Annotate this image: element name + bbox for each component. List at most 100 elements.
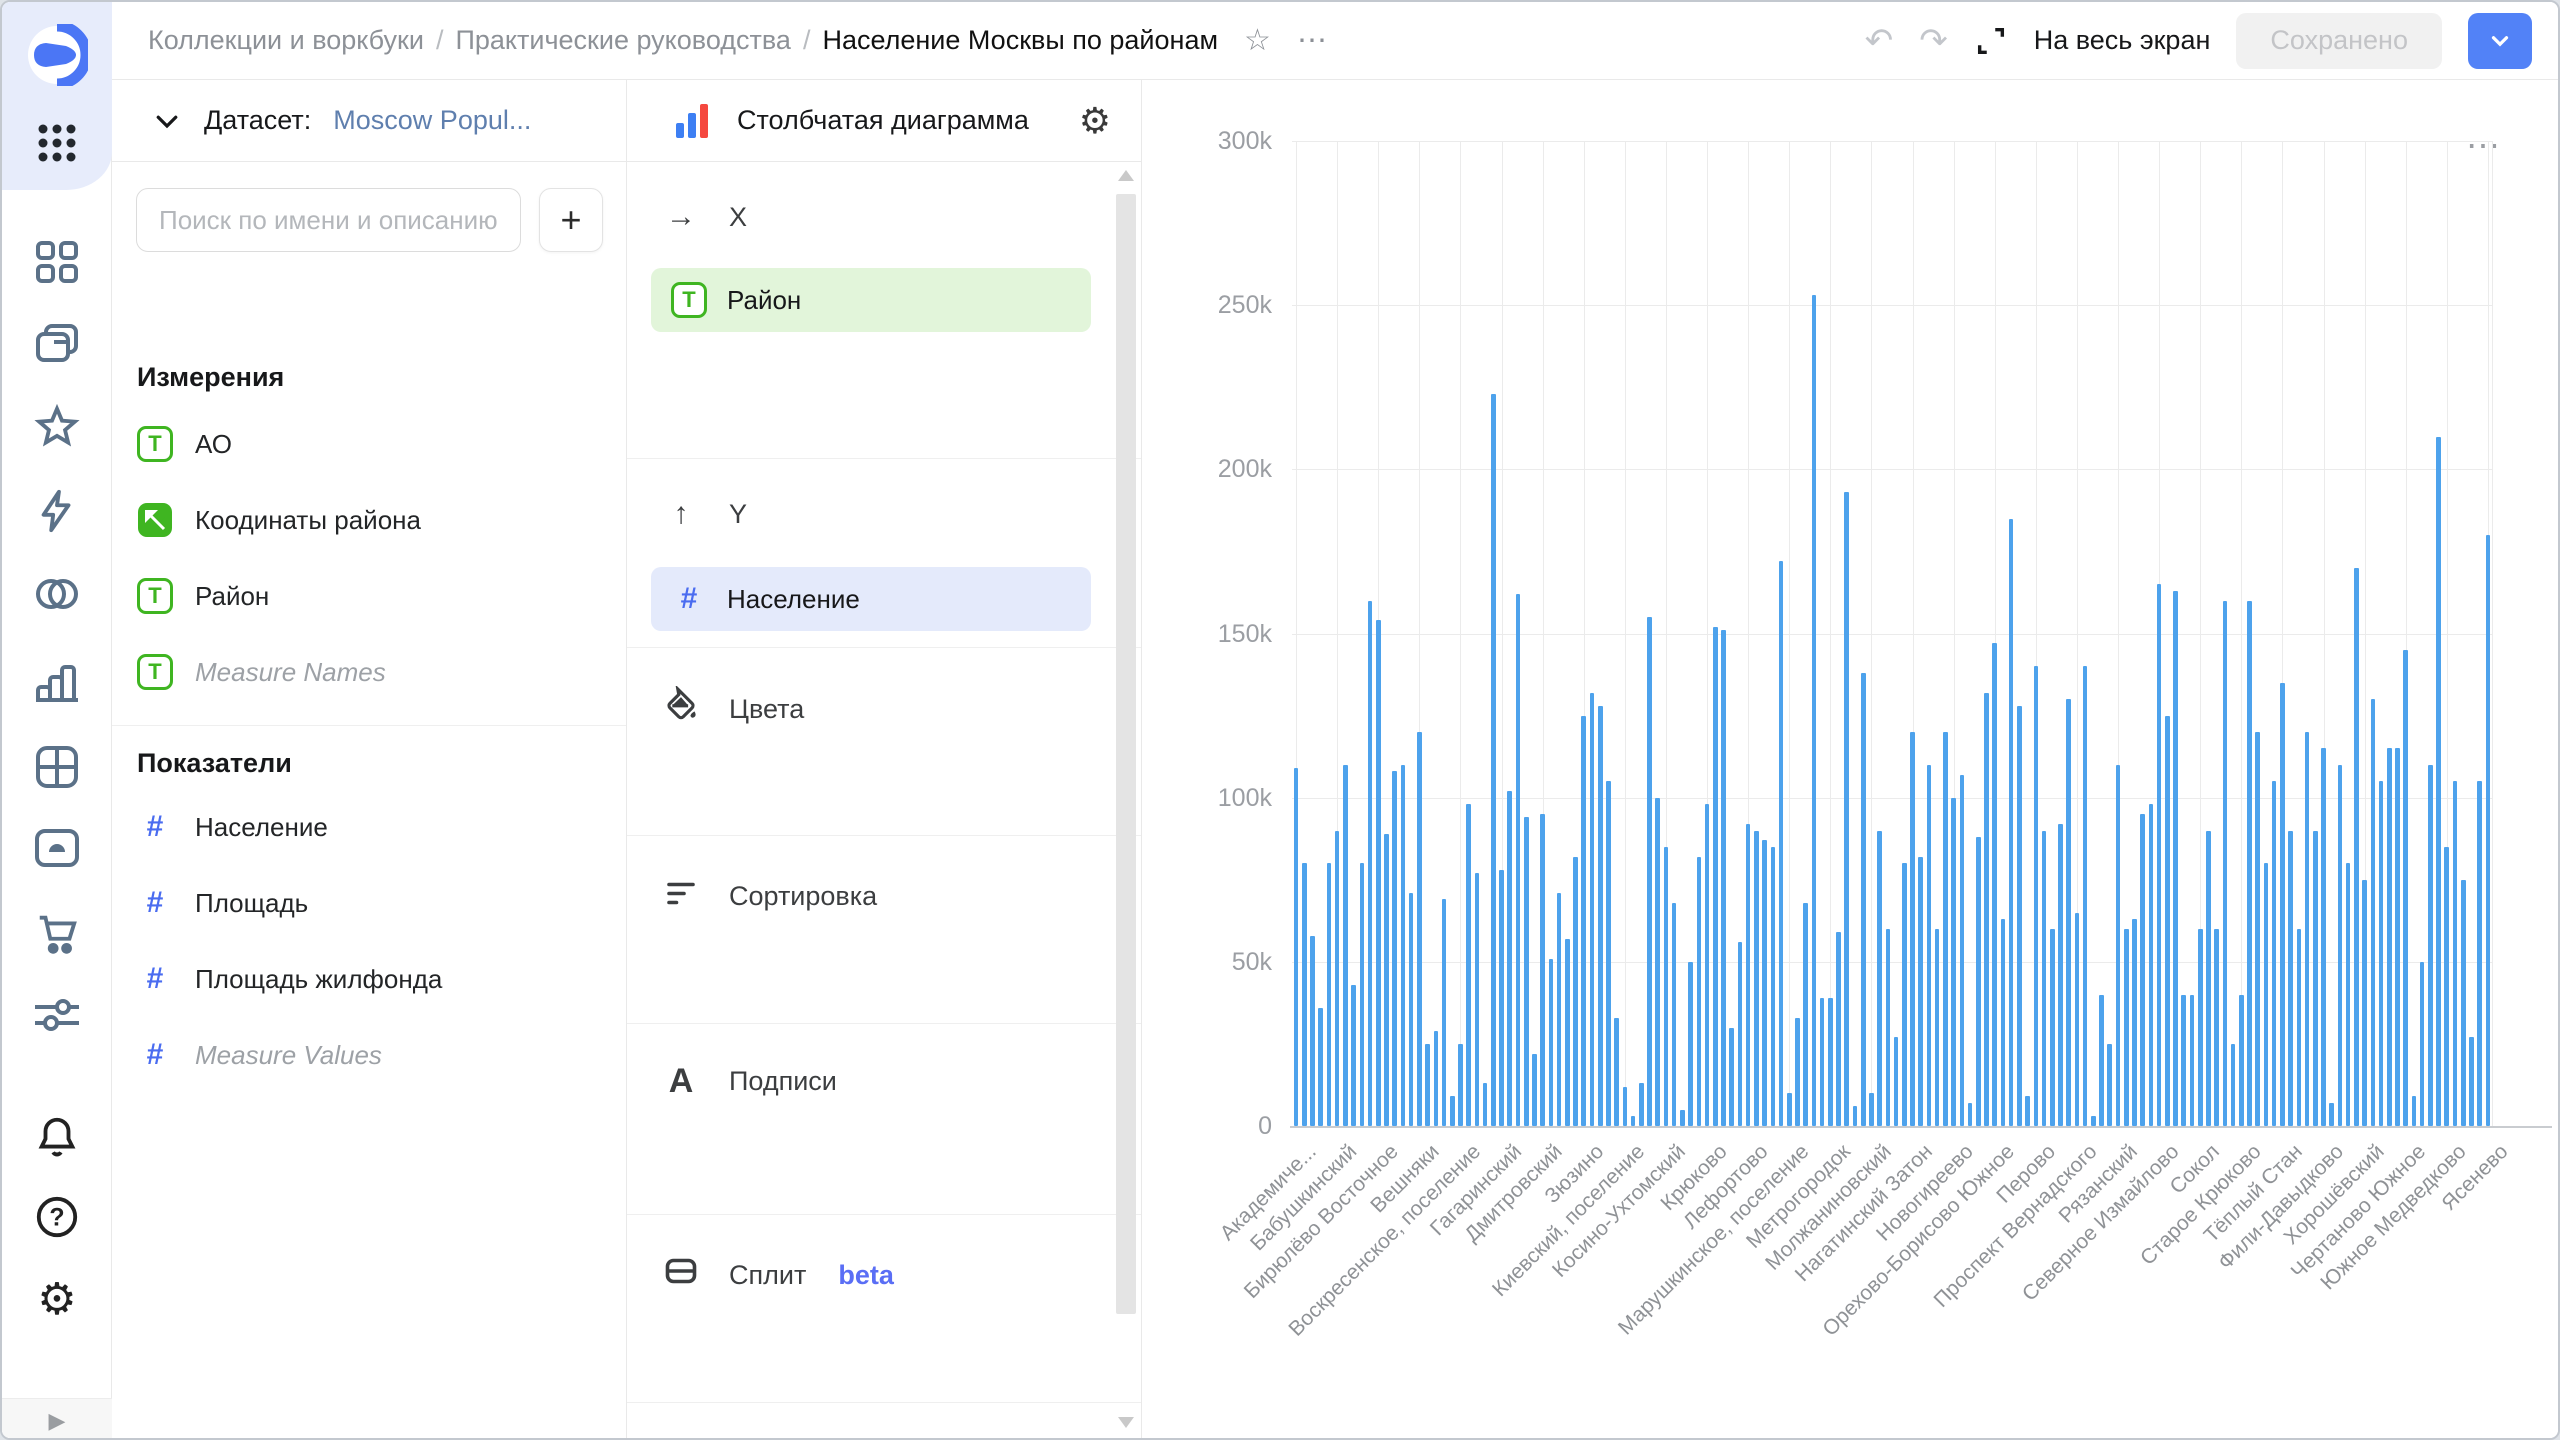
bar[interactable]: [1672, 903, 1677, 1126]
datalens-logo[interactable]: [2, 24, 112, 86]
nav-datasets-icon[interactable]: [2, 574, 112, 614]
bar[interactable]: [1442, 899, 1447, 1126]
bar[interactable]: [2371, 699, 2376, 1126]
dimension-item-raion[interactable]: T Район: [137, 578, 269, 614]
bar[interactable]: [2181, 995, 2186, 1126]
scroll-up-icon[interactable]: [1118, 170, 1134, 181]
undo-icon[interactable]: ↶: [1865, 21, 1894, 61]
bar[interactable]: [1803, 903, 1808, 1126]
bar[interactable]: [1450, 1096, 1455, 1126]
bar[interactable]: [2346, 863, 2351, 1126]
bar[interactable]: [1392, 771, 1397, 1126]
bar[interactable]: [2453, 781, 2458, 1126]
bar[interactable]: [1910, 732, 1915, 1126]
bar[interactable]: [2017, 706, 2022, 1126]
bar[interactable]: [1688, 962, 1693, 1126]
labels-section[interactable]: A Подписи: [627, 1024, 1141, 1215]
bar[interactable]: [2066, 699, 2071, 1126]
nav-services-icon[interactable]: [2, 994, 112, 1034]
bar[interactable]: [2025, 1096, 2030, 1126]
bar[interactable]: [1721, 630, 1726, 1126]
colors-section[interactable]: Цвета: [627, 648, 1141, 836]
bar[interactable]: [2305, 732, 2310, 1126]
save-dropdown-button[interactable]: [2468, 13, 2532, 69]
bar[interactable]: [1647, 617, 1652, 1126]
bar[interactable]: [2001, 919, 2006, 1126]
bar[interactable]: [2395, 748, 2400, 1126]
apps-grid-icon[interactable]: [2, 120, 112, 166]
bar[interactable]: [2173, 591, 2178, 1126]
bar[interactable]: [2321, 748, 2326, 1126]
bar[interactable]: [2206, 831, 2211, 1127]
measure-item-housing-area[interactable]: # Площадь жилфонда: [137, 962, 442, 996]
bar[interactable]: [1943, 732, 1948, 1126]
nav-connections-icon[interactable]: [2, 488, 112, 534]
bar[interactable]: [1598, 706, 1603, 1126]
bar[interactable]: [1573, 857, 1578, 1126]
bar[interactable]: [2477, 781, 2482, 1126]
bar[interactable]: [1861, 673, 1866, 1126]
bar[interactable]: [2362, 880, 2367, 1126]
bar[interactable]: [2165, 716, 2170, 1126]
bar[interactable]: [1606, 781, 1611, 1126]
bar[interactable]: [1729, 1028, 1734, 1127]
bar[interactable]: [1343, 765, 1348, 1126]
bar[interactable]: [1466, 804, 1471, 1126]
bar[interactable]: [2412, 1096, 2417, 1126]
bar[interactable]: [1762, 840, 1767, 1126]
dataset-name-link[interactable]: Moscow Popul...: [333, 105, 531, 136]
breadcrumb-collections[interactable]: Коллекции и воркбуки: [148, 25, 424, 56]
bar[interactable]: [1639, 1083, 1644, 1126]
bar[interactable]: [1935, 929, 1940, 1126]
bar[interactable]: [2190, 995, 2195, 1126]
bar[interactable]: [2420, 962, 2425, 1126]
bar[interactable]: [1894, 1037, 1899, 1126]
split-section[interactable]: Сплит beta: [627, 1215, 1141, 1403]
bar[interactable]: [2214, 929, 2219, 1126]
add-field-button[interactable]: +: [539, 188, 603, 252]
bar[interactable]: [1812, 295, 1817, 1126]
bar[interactable]: [1499, 870, 1504, 1126]
bar[interactable]: [1614, 1018, 1619, 1126]
bar[interactable]: [1294, 768, 1299, 1126]
help-icon[interactable]: ?: [2, 1194, 112, 1240]
bar[interactable]: [2379, 781, 2384, 1126]
bar[interactable]: [1655, 798, 1660, 1126]
bar[interactable]: [1918, 857, 1923, 1126]
bar[interactable]: [2124, 929, 2129, 1126]
bar[interactable]: [1417, 732, 1422, 1126]
bar[interactable]: [1581, 716, 1586, 1126]
bar[interactable]: [1779, 561, 1784, 1126]
bar[interactable]: [2247, 601, 2252, 1126]
bar[interactable]: [1425, 1044, 1430, 1126]
bar[interactable]: [1458, 1044, 1463, 1126]
bar[interactable]: [1754, 831, 1759, 1127]
bar[interactable]: [2255, 732, 2260, 1126]
bar[interactable]: [1984, 693, 1989, 1126]
measure-item-area[interactable]: # Площадь: [137, 886, 308, 920]
bar[interactable]: [1828, 998, 1833, 1126]
bar[interactable]: [1968, 1103, 1973, 1126]
bar[interactable]: [1475, 873, 1480, 1126]
bar[interactable]: [1524, 817, 1529, 1126]
bar[interactable]: [2469, 1037, 2474, 1126]
bar[interactable]: [1853, 1106, 1858, 1126]
bar[interactable]: [1820, 998, 1825, 1126]
viz-scrollbar[interactable]: [1113, 166, 1139, 1436]
bar[interactable]: [1746, 824, 1751, 1126]
bar[interactable]: [1927, 765, 1932, 1126]
bar[interactable]: [2116, 765, 2121, 1126]
bar[interactable]: [2132, 919, 2137, 1126]
bar[interactable]: [2436, 437, 2441, 1127]
bar[interactable]: [1516, 594, 1521, 1126]
nav-editor-icon[interactable]: [2, 744, 112, 790]
sidebar-collapse-button[interactable]: ▶: [2, 1398, 112, 1440]
nav-dashboards-icon[interactable]: [2, 240, 112, 284]
nav-marketplace-icon[interactable]: [2, 910, 112, 956]
bar[interactable]: [1549, 959, 1554, 1126]
bar[interactable]: [1951, 798, 1956, 1126]
chart-type-header[interactable]: Столбчатая диаграмма ⚙: [627, 80, 1141, 162]
scrollbar-thumb[interactable]: [1116, 194, 1136, 1314]
bar[interactable]: [2313, 831, 2318, 1127]
bar[interactable]: [2034, 666, 2039, 1126]
